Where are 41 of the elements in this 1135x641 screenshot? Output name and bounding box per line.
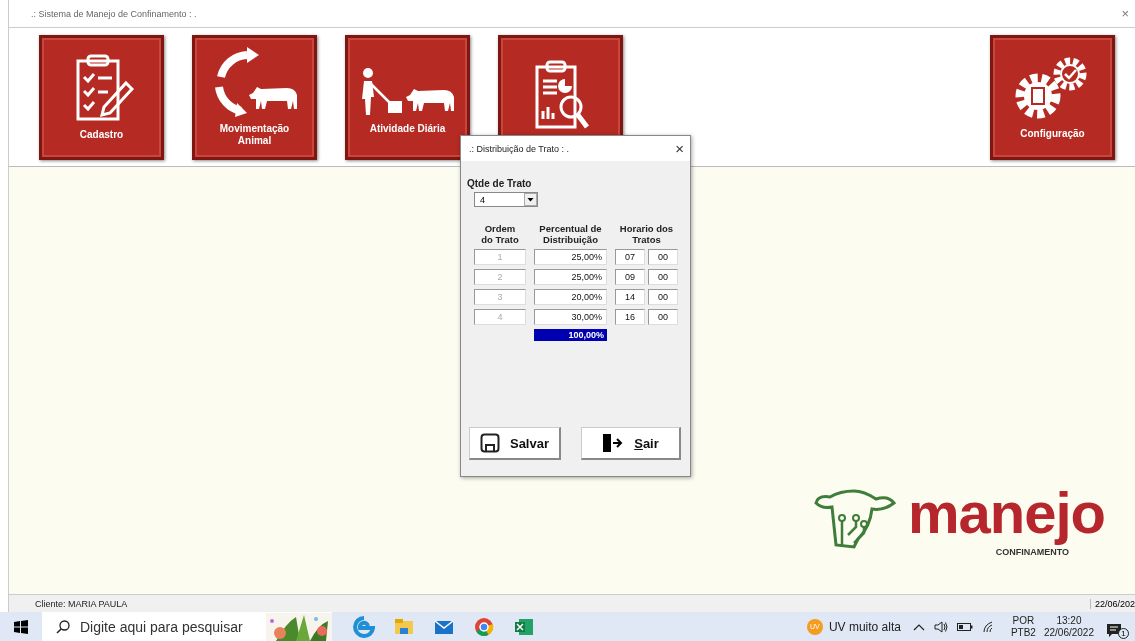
windows-start-icon	[14, 619, 28, 634]
clock-time[interactable]: 13:20	[1056, 614, 1082, 627]
search-input[interactable]: Digite aqui para pesquisar	[78, 617, 252, 636]
save-button[interactable]: Salvar	[469, 427, 561, 460]
menu-tile[interactable]: Cadastro	[39, 34, 164, 160]
language-text: POR	[1012, 614, 1035, 627]
browser-icon[interactable]	[353, 615, 375, 638]
menu-tile[interactable]: Movimentação Animal	[192, 34, 317, 160]
exit-door-icon	[602, 433, 625, 453]
search-field[interactable]: Digite aqui para pesquisar	[42, 612, 332, 641]
speaker-icon	[933, 620, 948, 633]
dialog-title: .: Distribuição de Trato : .	[469, 143, 570, 154]
notification-count: 1	[1118, 627, 1129, 639]
total-field: 100,00%	[534, 329, 607, 341]
battery-icon	[956, 621, 973, 632]
status-text: Cliente: MARIA PAULA	[35, 598, 128, 609]
order-field: 1	[474, 249, 526, 265]
column-header: Horario dos Tratos	[618, 223, 675, 245]
search-icon	[56, 619, 70, 634]
order-field: 2	[474, 269, 526, 285]
column-header: Ordem do Trato	[480, 223, 520, 245]
menu-tile[interactable]: Atividade Diária	[345, 34, 470, 160]
column-header: Percentual de Distribuição	[538, 223, 603, 245]
message-icon	[1106, 622, 1122, 639]
close-button[interactable]: ×	[675, 140, 684, 157]
order-field: 4	[474, 309, 526, 325]
logo-wordmark: manejo	[907, 480, 1105, 546]
quantity-dropdown[interactable]: 4	[474, 192, 538, 207]
window-title: .: Sistema de Manejo de Confinamento : .	[31, 8, 197, 19]
notifications-button[interactable]: 1	[1104, 614, 1131, 639]
close-button[interactable]: ×	[1119, 6, 1131, 21]
exit-button[interactable]: Sair	[581, 427, 681, 460]
field-label: Qtde de Trato	[467, 178, 533, 189]
browser-icon[interactable]	[473, 615, 495, 638]
menu-tile[interactable]: Configuração	[990, 34, 1115, 160]
order-field: 3	[474, 289, 526, 305]
clock-date[interactable]: 22/06/2022	[1043, 626, 1094, 639]
weather-text[interactable]: UV muito alta	[828, 619, 901, 634]
logo-tagline: CONFINAMENTO	[995, 547, 1069, 558]
keyboard-layout-text: PTB2	[1010, 626, 1036, 639]
status-date: 22/06/202	[1089, 598, 1135, 609]
